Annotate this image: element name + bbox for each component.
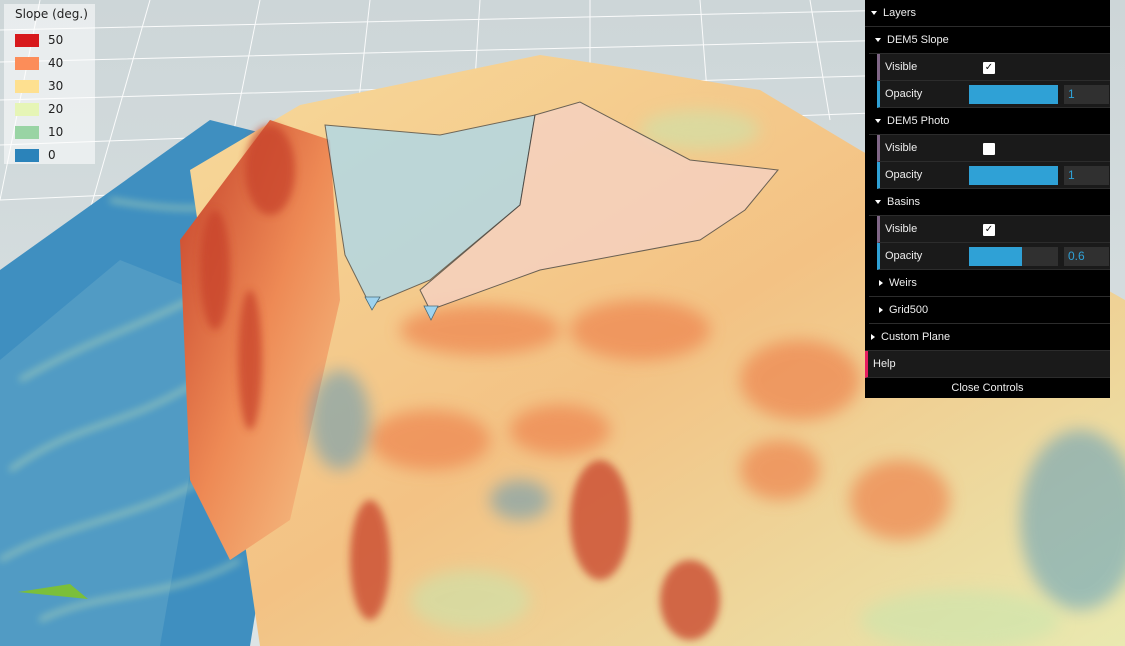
folder-dem5-photo[interactable]: DEM5 Photo (869, 108, 1110, 135)
chevron-down-icon (875, 119, 881, 124)
legend-swatch (15, 125, 39, 139)
legend-swatch (15, 56, 39, 70)
legend-title: Slope (deg.) (15, 7, 88, 21)
basins-opacity-input[interactable]: 0.6 (1064, 247, 1109, 266)
legend-swatch (15, 33, 39, 47)
legend-swatch (15, 79, 39, 93)
legend-label: 50 (48, 33, 64, 47)
legend-label: 10 (48, 125, 64, 139)
legend-label: 40 (48, 56, 64, 70)
chevron-right-icon (879, 307, 883, 314)
folder-title: DEM5 Photo (887, 115, 950, 127)
legend-item: 0 (15, 148, 56, 162)
dem5-photo-opacity-input[interactable]: 1 (1064, 166, 1109, 185)
basins-opacity-row: Opacity 0.6 (877, 243, 1110, 270)
slope-legend: Slope (deg.) 50 40 30 20 10 0 (4, 4, 95, 164)
help-label: Help (873, 358, 896, 370)
chevron-right-icon (879, 280, 883, 287)
folder-title: Custom Plane (881, 331, 951, 343)
controls-panel: Layers DEM5 Slope Visible ✓ Opacity 1 DE… (865, 0, 1110, 398)
folder-layers[interactable]: Layers (865, 0, 1110, 27)
legend-item: 40 (15, 56, 63, 70)
legend-swatch (15, 102, 39, 116)
folder-basins[interactable]: Basins (869, 189, 1110, 216)
chevron-down-icon (875, 200, 881, 205)
dem5-photo-opacity-row: Opacity 1 (877, 162, 1110, 189)
property-label: Visible (885, 61, 918, 73)
legend-label: 0 (48, 148, 56, 162)
folder-title: Weirs (889, 277, 917, 289)
legend-item: 10 (15, 125, 63, 139)
dem5-slope-opacity-row: Opacity 1 (877, 81, 1110, 108)
dem5-slope-visible-checkbox[interactable]: ✓ (983, 62, 995, 74)
legend-swatch (15, 148, 39, 162)
folder-title: DEM5 Slope (887, 34, 949, 46)
basins-visible-checkbox[interactable]: ✓ (983, 224, 995, 236)
legend-item: 20 (15, 102, 63, 116)
folder-title: Grid500 (889, 304, 929, 316)
dem5-photo-opacity-slider[interactable] (969, 166, 1058, 185)
dem5-slope-opacity-input[interactable]: 1 (1064, 85, 1109, 104)
folder-weirs[interactable]: Weirs (869, 270, 1110, 297)
dem5-photo-visible-row: Visible (877, 135, 1110, 162)
property-label: Opacity (885, 169, 923, 181)
property-label: Opacity (885, 88, 923, 100)
basins-opacity-slider[interactable] (969, 247, 1058, 266)
property-label: Visible (885, 142, 918, 154)
slider-fill (969, 247, 1023, 266)
folder-grid500[interactable]: Grid500 (869, 297, 1110, 324)
legend-item: 50 (15, 33, 63, 47)
property-label: Visible (885, 223, 918, 235)
folder-title: Basins (887, 196, 921, 208)
property-label: Opacity (885, 250, 923, 262)
chevron-down-icon (875, 38, 881, 43)
folder-dem5-slope[interactable]: DEM5 Slope (869, 27, 1110, 54)
folder-title: Layers (883, 7, 917, 19)
legend-label: 20 (48, 102, 64, 116)
dem5-slope-visible-row: Visible ✓ (877, 54, 1110, 81)
basins-visible-row: Visible ✓ (877, 216, 1110, 243)
slider-fill (969, 85, 1058, 104)
dem5-photo-visible-checkbox[interactable] (983, 143, 995, 155)
chevron-right-icon (871, 334, 875, 341)
chevron-down-icon (871, 11, 877, 16)
help-button[interactable]: Help (865, 351, 1110, 378)
slider-fill (969, 166, 1058, 185)
close-controls-button[interactable]: Close Controls (865, 378, 1110, 398)
dem5-slope-opacity-slider[interactable] (969, 85, 1058, 104)
legend-item: 30 (15, 79, 63, 93)
folder-custom-plane[interactable]: Custom Plane (865, 324, 1110, 351)
legend-label: 30 (48, 79, 64, 93)
